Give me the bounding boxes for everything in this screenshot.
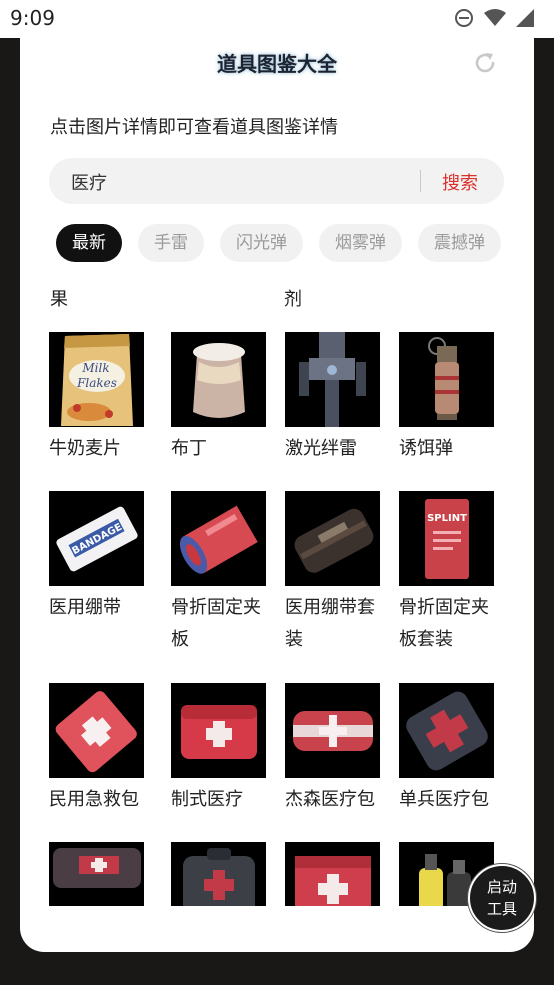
item-card[interactable] xyxy=(285,842,385,906)
item-card[interactable] xyxy=(171,842,271,906)
do-not-disturb-icon xyxy=(455,9,473,27)
item-thumbnail[interactable] xyxy=(399,332,494,427)
item-card[interactable]: Milk Flakes 牛奶麦片 xyxy=(49,332,149,465)
item-thumbnail[interactable] xyxy=(49,683,144,778)
item-card[interactable]: 医用绷带套装 xyxy=(285,491,385,656)
tab-latest[interactable]: 最新 xyxy=(56,224,122,262)
item-card[interactable]: 杰森医疗包 xyxy=(285,683,385,816)
item-name: 骨折固定夹板套装 xyxy=(399,597,489,650)
launch-tool-line1: 启动 xyxy=(486,878,517,896)
milk-flakes-bag-icon: Milk Flakes xyxy=(61,334,133,426)
item-card[interactable]: BANDAGE 医用绷带 xyxy=(49,491,149,624)
item-name: 民用急救包 xyxy=(49,789,139,810)
status-bar: 9:09 xyxy=(0,0,554,38)
item-card[interactable]: 民用急救包 xyxy=(49,683,149,816)
individual-medical-pack-icon xyxy=(406,691,488,771)
tab-flashbang[interactable]: 闪光弹 xyxy=(220,224,303,262)
item-thumbnail[interactable] xyxy=(171,842,266,906)
laser-tripwire-icon xyxy=(299,332,366,427)
search-divider xyxy=(420,170,421,192)
item-name: 布丁 xyxy=(171,438,207,459)
tab-grenade[interactable]: 手雷 xyxy=(138,224,204,262)
item-card[interactable]: 单兵医疗包 xyxy=(399,683,499,816)
item-name: 制式医疗 xyxy=(171,789,243,810)
product-text-splint: SPLINT xyxy=(427,513,467,524)
item-thumbnail[interactable] xyxy=(171,332,266,427)
item-thumbnail[interactable] xyxy=(285,332,380,427)
product-text-milk: Milk xyxy=(81,361,109,375)
tab-smoke[interactable]: 烟雾弹 xyxy=(319,224,402,262)
item-thumbnail[interactable] xyxy=(171,491,266,586)
category-tabs: 最新 手雷 闪光弹 烟雾弹 震撼弹 xyxy=(56,224,506,262)
page-title: 道具图鉴大全 xyxy=(217,52,337,76)
tab-stun[interactable]: 震撼弹 xyxy=(418,224,501,262)
standard-medical-pouch-icon xyxy=(181,705,257,759)
jason-medical-case-icon xyxy=(293,711,373,751)
bandage-pack-icon: BANDAGE xyxy=(56,506,138,572)
item-card[interactable] xyxy=(49,842,149,906)
item-card[interactable]: SPLINT 骨折固定夹板套装 xyxy=(399,491,499,656)
item-thumbnail[interactable] xyxy=(171,683,266,778)
search-bar: 搜索 xyxy=(49,158,504,204)
medical-belt-pouch-icon xyxy=(53,848,141,888)
item-name: 医用绷带 xyxy=(49,597,121,618)
partial-label-2: 剂 xyxy=(284,289,302,310)
item-name: 激光绊雷 xyxy=(285,438,357,459)
item-thumbnail[interactable] xyxy=(285,683,380,778)
item-thumbnail[interactable] xyxy=(285,491,380,586)
red-medical-case-icon xyxy=(295,856,371,906)
splint-kit-icon: SPLINT xyxy=(425,499,469,579)
partial-label-1: 果 xyxy=(50,289,68,310)
item-thumbnail[interactable]: Milk Flakes xyxy=(49,332,144,427)
launch-tool-line2: 工具 xyxy=(486,900,517,918)
launch-tool-button[interactable]: 启动 工具 xyxy=(468,864,536,932)
status-icons xyxy=(454,8,534,28)
main-card: 道具图鉴大全 点击图片详情即可查看道具图鉴详情 搜索 最新 手雷 闪光弹 烟雾弹… xyxy=(20,38,534,952)
splint-roll-icon xyxy=(179,505,258,574)
civilian-first-aid-kit-icon xyxy=(55,691,137,773)
item-thumbnail[interactable] xyxy=(399,683,494,778)
item-thumbnail[interactable]: SPLINT xyxy=(399,491,494,586)
item-grid: Milk Flakes 牛奶麦片 布丁 激光绊雷 诱饵弹 BANDAGE 医用绷… xyxy=(49,332,519,906)
bandage-kit-pouch-icon xyxy=(294,508,374,573)
refresh-icon[interactable] xyxy=(472,50,498,76)
hint-text: 点击图片详情即可查看道具图鉴详情 xyxy=(50,117,338,138)
item-thumbnail[interactable] xyxy=(49,842,144,906)
pudding-jar-icon xyxy=(193,343,245,418)
decoy-grenade-icon xyxy=(428,337,459,420)
item-name: 牛奶麦片 xyxy=(49,438,121,459)
product-text-flakes: Flakes xyxy=(76,376,117,390)
item-thumbnail[interactable]: BANDAGE xyxy=(49,491,144,586)
status-time: 9:09 xyxy=(10,6,55,30)
item-name: 单兵医疗包 xyxy=(399,789,489,810)
item-card[interactable]: 激光绊雷 xyxy=(285,332,385,465)
item-card[interactable]: 诱饵弹 xyxy=(399,332,499,465)
search-input[interactable] xyxy=(69,166,393,198)
search-button[interactable]: 搜索 xyxy=(442,169,478,195)
item-card[interactable]: 制式医疗 xyxy=(171,683,271,816)
item-name: 医用绷带套装 xyxy=(285,597,375,650)
item-name: 骨折固定夹板 xyxy=(171,597,261,650)
medical-backpack-icon xyxy=(183,848,255,906)
item-card[interactable]: 布丁 xyxy=(171,332,271,465)
item-card[interactable]: 骨折固定夹板 xyxy=(171,491,271,656)
item-thumbnail[interactable] xyxy=(285,842,380,906)
signal-icon xyxy=(516,9,534,27)
item-name: 杰森医疗包 xyxy=(285,789,375,810)
item-name: 诱饵弹 xyxy=(399,438,453,459)
wifi-icon xyxy=(484,9,506,26)
